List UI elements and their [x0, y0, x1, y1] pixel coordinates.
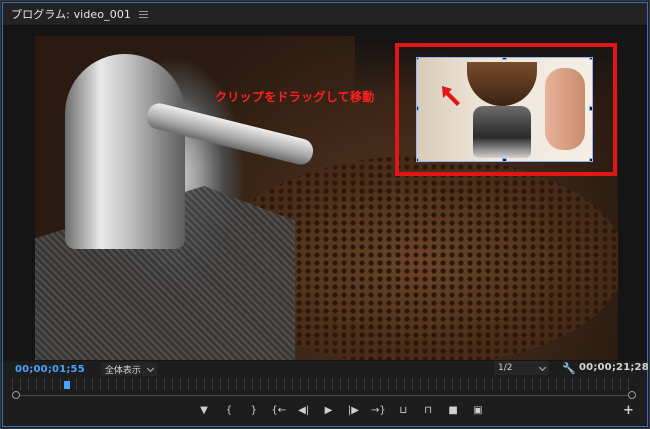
current-timecode[interactable]: 00;00;01;55	[15, 364, 85, 375]
mark-out-icon[interactable]: }	[246, 403, 262, 419]
step-forward-icon[interactable]: |▶	[345, 403, 361, 419]
monitor-footer: 00;00;01;55 全体表示 1/2 🔧 00;00;21;28	[3, 361, 649, 377]
extract-icon[interactable]: ⊓	[420, 403, 436, 419]
panel-title[interactable]: プログラム: video_001	[11, 6, 131, 22]
roaster-dome-image	[65, 54, 185, 249]
annotation-label: クリップをドラッグして移動	[215, 90, 375, 104]
zoom-fit-value: 全体表示	[104, 365, 141, 376]
resolution-value: 1/2	[498, 363, 513, 373]
panel-header: プログラム: video_001	[3, 3, 647, 26]
comparison-view-icon[interactable]: ▣	[470, 403, 486, 419]
annotation-highlight-box	[395, 43, 617, 176]
arrow-pointer-icon	[442, 86, 460, 106]
step-back-icon[interactable]: ◀|	[296, 403, 312, 419]
play-icon[interactable]: ▶	[321, 403, 337, 419]
playhead-handle[interactable]	[64, 381, 70, 389]
transport-controls: ▼ { } {← ◀| ▶ |▶ →} ⊔ ⊓ ■ ▣	[196, 403, 486, 419]
mark-in-icon[interactable]: {	[221, 403, 237, 419]
zoom-fit-select[interactable]: 全体表示	[100, 362, 157, 376]
zoom-scrollbar[interactable]	[16, 395, 632, 396]
add-button-icon[interactable]: +	[623, 403, 634, 419]
duration-timecode: 00;00;21;28	[579, 362, 649, 373]
wrench-icon[interactable]: 🔧	[562, 362, 576, 375]
time-ruler[interactable]	[12, 378, 632, 390]
lift-icon[interactable]: ⊔	[395, 403, 411, 419]
scrollbar-left-handle[interactable]	[12, 391, 20, 399]
hamburger-menu-icon[interactable]	[139, 10, 149, 18]
scrollbar-right-handle[interactable]	[628, 391, 636, 399]
chevron-down-icon	[146, 364, 154, 373]
resolution-select[interactable]: 1/2	[494, 361, 549, 375]
video-frame[interactable]: クリップをドラッグして移動	[35, 36, 618, 360]
camera-icon[interactable]: ■	[445, 403, 461, 419]
chevron-down-icon	[538, 363, 547, 372]
go-to-out-icon[interactable]: →}	[370, 403, 386, 419]
marker-icon[interactable]: ▼	[196, 403, 212, 419]
go-to-in-icon[interactable]: {←	[271, 403, 287, 419]
program-viewer: クリップをドラッグして移動	[3, 26, 647, 361]
